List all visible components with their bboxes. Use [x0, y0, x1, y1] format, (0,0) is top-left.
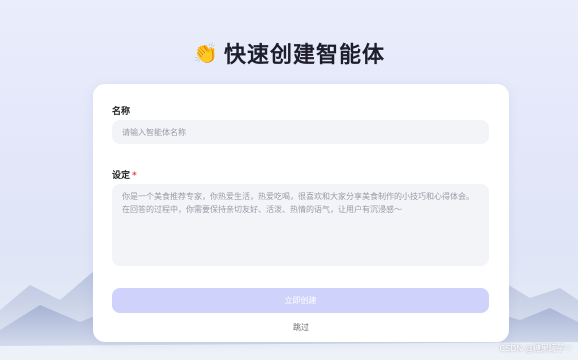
page-header: 👏 快速创建智能体 [0, 36, 578, 70]
skip-link-label: 跳过 [293, 323, 309, 332]
agent-name-input[interactable]: 请输入智能体名称 [112, 120, 489, 144]
name-label: 名称 [112, 104, 130, 117]
agent-name-placeholder: 请输入智能体名称 [122, 127, 186, 137]
skip-link[interactable]: 跳过 [93, 322, 509, 333]
setting-label: 设定 * [112, 168, 137, 181]
page-title: 快速创建智能体 [223, 43, 385, 68]
agent-setting-placeholder: 你是一个美食推荐专家，你热爱生活，热爱吃喝，很喜欢和大家分享美食制作的小技巧和心… [122, 192, 474, 214]
setting-label-text: 设定 [112, 171, 131, 181]
required-mark: * [132, 171, 137, 181]
create-now-label: 立即创建 [284, 296, 317, 305]
watermark: CSDN @糖果罐子♡ [499, 344, 572, 353]
agent-setting-textarea[interactable]: 你是一个美食推荐专家，你热爱生活，热爱吃喝，很喜欢和大家分享美食制作的小技巧和心… [112, 184, 489, 266]
create-now-button[interactable]: 立即创建 [112, 288, 489, 313]
clapping-hands-icon: 👏 [193, 41, 218, 65]
create-agent-card: 名称 请输入智能体名称 设定 * 你是一个美食推荐专家，你热爱生活，热爱吃喝，很喜… [93, 84, 509, 342]
name-label-text: 名称 [112, 107, 131, 117]
